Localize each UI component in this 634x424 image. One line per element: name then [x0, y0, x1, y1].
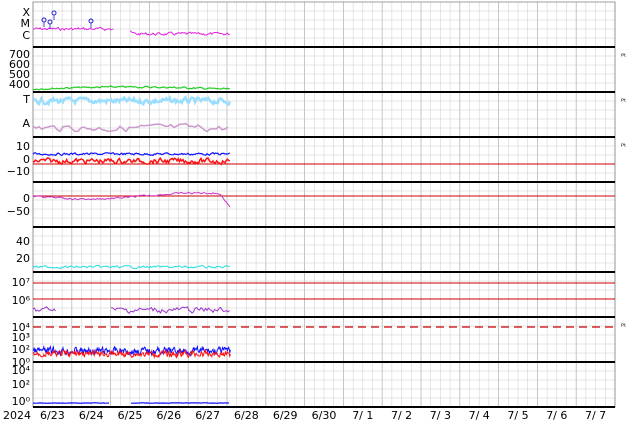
y-tick-label-xray_flux: 10⁰ — [12, 395, 31, 408]
x-tick-label: 7/ 2 — [391, 409, 412, 422]
x-tick-label: 6/24 — [79, 409, 104, 422]
x-tick-label: 7/ 7 — [585, 409, 606, 422]
series-xray-flux — [32, 402, 230, 404]
y-tick-label-density: 20 — [16, 252, 30, 265]
series-proton-speed — [32, 85, 230, 91]
y-tick-label-proton_flux: 10² — [12, 343, 30, 356]
flare-marker — [47, 19, 53, 25]
y-tick-label-bfield: −10 — [7, 165, 30, 178]
x-tick-label: 7/ 3 — [430, 409, 451, 422]
x-tick-label: 7/ 5 — [507, 409, 528, 422]
axis-labels: XMC700600500400ᴾᵗTAᴾᵗ100−10ᴾᵗ0−50402010⁷… — [3, 6, 626, 422]
series-xray — [32, 26, 230, 36]
multi-panel-space-weather-chart: XMC700600500400ᴾᵗTAᴾᵗ100−10ᴾᵗ0−50402010⁷… — [3, 1, 626, 422]
right-marker-mag: ᴾᵗ — [621, 97, 626, 106]
x-tick-label: 6/23 — [40, 409, 65, 422]
right-marker-bfield: ᴾᵗ — [621, 142, 626, 151]
x-tick-label: 6/29 — [273, 409, 298, 422]
y-tick-label-xray: C — [22, 29, 30, 42]
series-density — [32, 264, 230, 270]
x-year-label: 2024 — [3, 409, 31, 422]
x-tick-label: 6/26 — [156, 409, 181, 422]
y-tick-label-xray_flux: 10⁴ — [12, 364, 31, 377]
series-mag-total — [32, 94, 231, 107]
y-tick-label-xray_flux: 10² — [12, 378, 30, 391]
y-tick-label-proton: 400 — [9, 78, 30, 91]
y-tick-label-density: 40 — [16, 235, 30, 248]
x-tick-label: 7/ 6 — [546, 409, 567, 422]
right-marker-proton_flux: ᴾᵗ — [621, 322, 626, 331]
y-tick-label-angle: −50 — [7, 205, 30, 218]
x-tick-label: 6/25 — [118, 409, 143, 422]
y-tick-label-angle: 0 — [23, 192, 30, 205]
x-tick-label: 6/30 — [312, 409, 337, 422]
y-tick-label-mag: T — [22, 93, 30, 106]
y-tick-label-bfield: 10 — [16, 140, 30, 153]
series-bz — [32, 156, 231, 166]
x-tick-label: 7/ 4 — [469, 409, 490, 422]
series-angle — [32, 191, 231, 208]
x-tick-label: 7/ 1 — [352, 409, 373, 422]
x-tick-label: 6/27 — [195, 409, 220, 422]
y-tick-label-electron: 10⁶ — [12, 294, 31, 307]
y-tick-label-electron: 10⁷ — [12, 276, 30, 289]
right-marker-proton: ᴾᵗ — [621, 52, 626, 61]
grid-layer — [32, 1, 616, 408]
series-layer — [32, 10, 231, 404]
x-tick-label: 6/28 — [234, 409, 259, 422]
y-tick-label-mag: A — [22, 117, 30, 130]
